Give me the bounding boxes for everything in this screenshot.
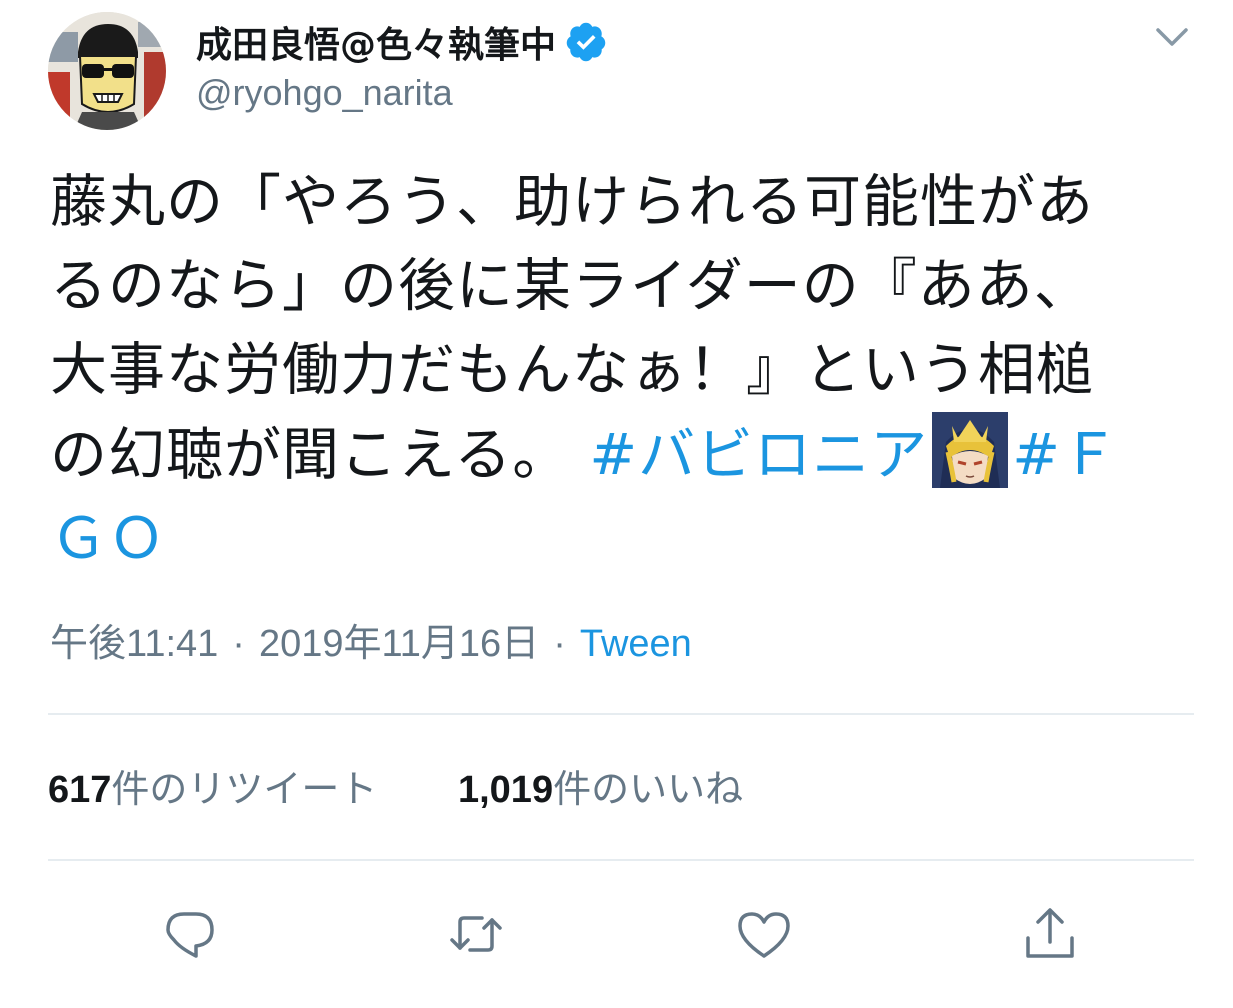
share-icon xyxy=(1026,908,1074,958)
divider xyxy=(48,859,1194,861)
chevron-down-icon[interactable] xyxy=(1150,22,1194,52)
author-handle[interactable]: @ryohgo_narita xyxy=(196,72,453,114)
verified-badge-icon xyxy=(566,22,606,62)
retweet-count: 617 xyxy=(48,769,112,811)
like-button[interactable] xyxy=(734,904,794,964)
reply-icon xyxy=(166,912,214,958)
tweet-text-line: るのなら」の後に某ライダーの『ああ、 xyxy=(50,253,1092,319)
tweet-text-line: 藤丸の「やろう、助けられる可能性があ xyxy=(50,169,1094,235)
tweet-date[interactable]: 2019年11月16日 xyxy=(259,623,539,665)
tweet-client-link[interactable]: Tween xyxy=(580,623,692,665)
hashtag-fgo-part1[interactable]: #Ｆ xyxy=(1012,422,1119,488)
retweet-label: 件のリツイート xyxy=(111,769,378,811)
tweet-meta: 午後11:41 · 2019年11月16日 · Tween xyxy=(50,612,692,667)
avatar-illustration-icon xyxy=(48,12,166,130)
like-label: 件のいいね xyxy=(553,769,744,811)
tweet-text-line: 大事な労働力だもんなぁ！』という相槌 xyxy=(50,337,1094,403)
retweet-button[interactable] xyxy=(446,904,506,964)
gilgamesh-face-emoji xyxy=(932,412,1009,488)
hashtag-babylonia[interactable]: #バビロニア xyxy=(589,422,928,488)
tweet-detail: 成田良悟@色々執筆中 @ryohgo_narita 藤丸の「やろう、助けられる可… xyxy=(0,0,1233,1008)
share-button[interactable] xyxy=(1020,904,1080,964)
tweet-time[interactable]: 午後11:41 xyxy=(50,623,218,665)
retweet-stat[interactable]: 617件のリツイート xyxy=(48,758,377,813)
tweet-text-line-with-hashtags: の幻聴が聞こえる。 #バビロニア #Ｆ xyxy=(50,412,1200,497)
meta-separator: · xyxy=(553,623,566,665)
tweet-text-line: ＧＯ xyxy=(50,497,1200,581)
hashtag-fgo-part2[interactable]: ＧＯ xyxy=(50,506,166,572)
like-count: 1,019 xyxy=(457,769,554,811)
divider xyxy=(48,713,1194,715)
like-stat[interactable]: 1,019件のいいね xyxy=(458,758,743,813)
author-name-row[interactable]: 成田良悟@色々執筆中 xyxy=(196,16,608,68)
tweet-text: 藤丸の「やろう、助けられる可能性があ るのなら」の後に某ライダーの『ああ、 大事… xyxy=(50,160,1200,581)
retweet-icon xyxy=(450,916,502,952)
display-name[interactable]: 成田良悟@色々執筆中 xyxy=(196,16,556,68)
reply-button[interactable] xyxy=(160,904,220,964)
avatar[interactable] xyxy=(48,12,166,130)
meta-separator: · xyxy=(232,623,245,665)
tweet-stats: 617件のリツイート 1,019件のいいね xyxy=(48,758,743,813)
tweet-text-segment: の幻聴が聞こえる。 xyxy=(50,422,571,488)
like-icon xyxy=(738,912,790,958)
